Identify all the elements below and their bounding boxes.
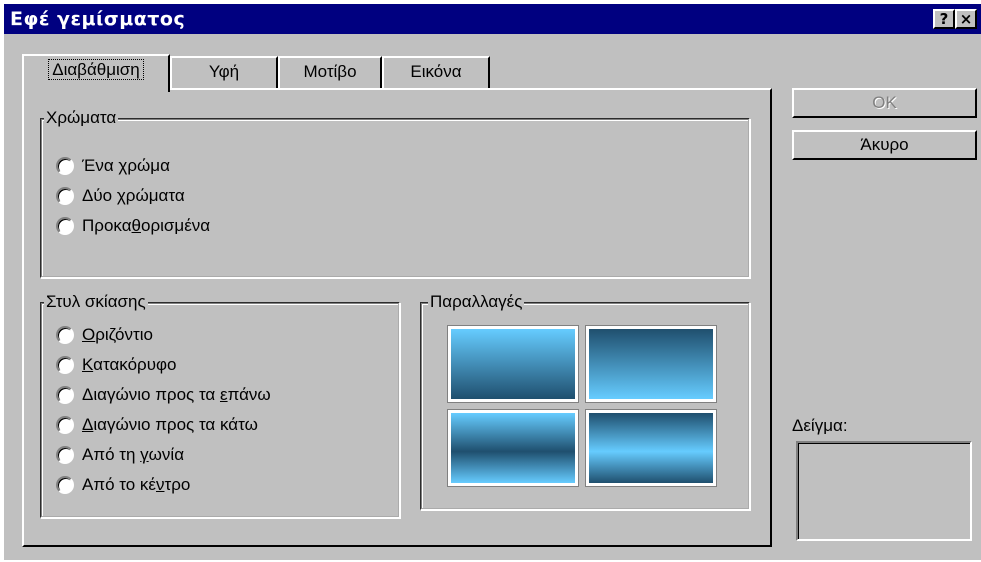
tab-gradient-label: Διαβάθμιση <box>48 59 144 80</box>
sample-preview <box>796 441 972 541</box>
variant-swatch-3[interactable] <box>447 409 579 487</box>
shading-group-legend: Στυλ σκίασης <box>44 292 148 312</box>
radio-circle <box>56 446 74 464</box>
tab-texture[interactable]: Υφή <box>170 56 278 88</box>
gradient-panel: Χρώματα Ένα χρώμα Δύο χρώματα Προκαθορισ… <box>22 88 772 547</box>
variant-swatch-4[interactable] <box>585 409 717 487</box>
tab-picture-label: Εικόνα <box>410 62 462 81</box>
dialog-title: Εφέ γεμίσματος <box>10 8 186 30</box>
variant-swatch-1[interactable] <box>447 325 579 403</box>
radio-label: Προκαθορισμένα <box>82 216 211 235</box>
tab-pattern[interactable]: Μοτίβο <box>278 56 382 88</box>
shading-styles-group: Στυλ σκίασης Οριζόντιο Κατακόρυφο Διαγών… <box>40 292 400 518</box>
tab-gradient[interactable]: Διαβάθμιση <box>22 54 170 92</box>
radio-label: Δύο χρώματα <box>82 186 185 205</box>
radio-circle <box>56 217 74 235</box>
radio-label: Διαγώνιο προς τα επάνω <box>82 385 271 404</box>
radio-label: Από το κέντρο <box>82 475 191 494</box>
fill-effects-dialog: Εφέ γεμίσματος ? × Διαβάθμιση Υφή Μοτίβο… <box>4 4 981 560</box>
sample-label: Δείγμα: <box>792 416 848 435</box>
help-button[interactable]: ? <box>933 9 955 29</box>
tab-texture-label: Υφή <box>208 62 240 81</box>
colors-group: Χρώματα Ένα χρώμα Δύο χρώματα Προκαθορισ… <box>40 108 750 278</box>
radio-label: Κατακόρυφο <box>82 355 177 374</box>
tab-picture[interactable]: Εικόνα <box>382 56 490 88</box>
radio-circle <box>56 356 74 374</box>
radio-circle <box>56 386 74 404</box>
variants-group-legend: Παραλλαγές <box>428 292 525 312</box>
variant-swatch-2[interactable] <box>585 325 717 403</box>
radio-circle <box>56 416 74 434</box>
radio-circle <box>56 157 74 175</box>
colors-group-legend: Χρώματα <box>44 108 119 128</box>
radio-circle <box>56 476 74 494</box>
radio-circle <box>56 326 74 344</box>
radio-label: Διαγώνιο προς τα κάτω <box>82 415 258 434</box>
radio-label: Από τη γωνία <box>82 445 185 464</box>
variants-group: Παραλλαγές <box>420 292 750 510</box>
title-bar[interactable]: Εφέ γεμίσματος ? × <box>4 4 981 34</box>
tab-pattern-label: Μοτίβο <box>303 62 357 81</box>
radio-label: Ένα χρώμα <box>82 156 170 175</box>
radio-label: Οριζόντιο <box>82 325 153 344</box>
ok-button[interactable]: OK <box>792 88 977 118</box>
close-button[interactable]: × <box>955 9 977 29</box>
radio-circle <box>56 187 74 205</box>
cancel-button[interactable]: Άκυρο <box>792 130 977 160</box>
